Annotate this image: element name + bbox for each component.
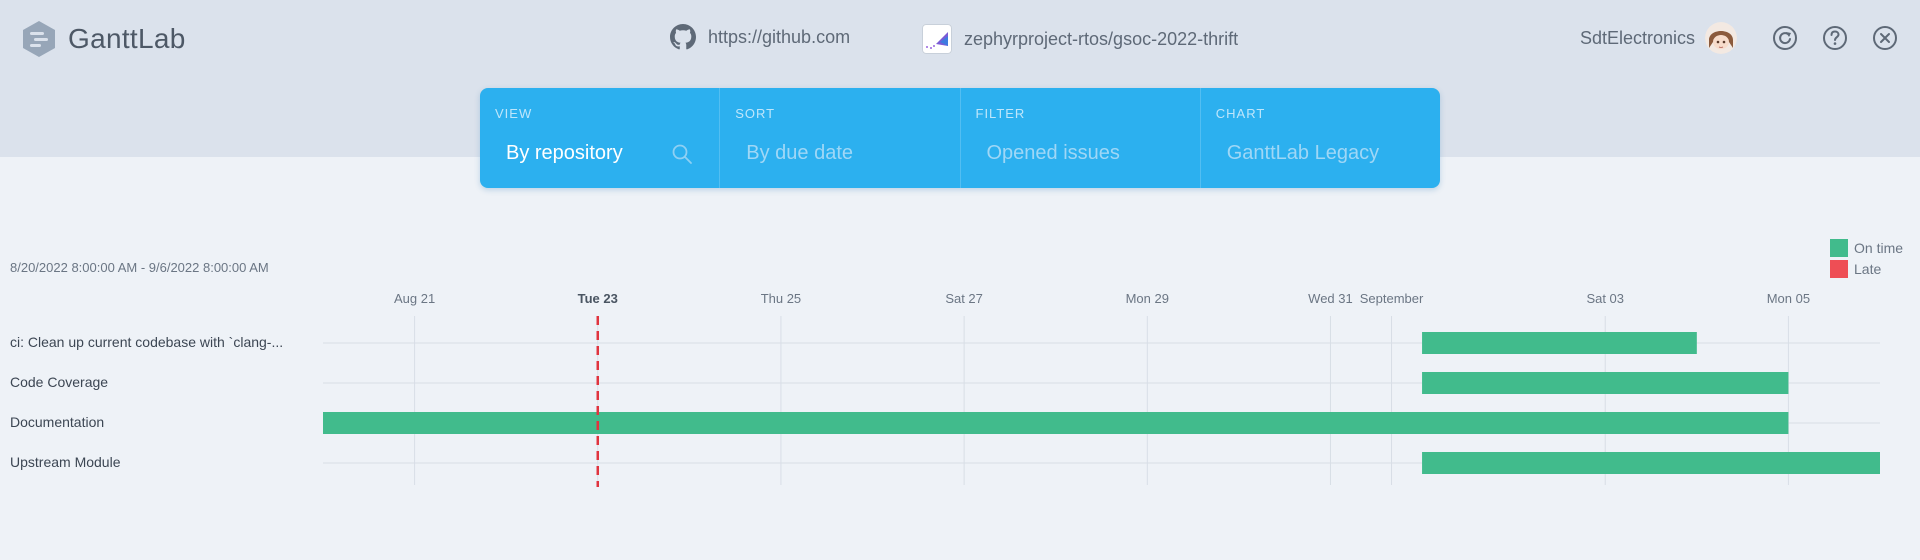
source-link[interactable]: https://github.com: [670, 24, 850, 50]
legend-label-on-time: On time: [1854, 240, 1904, 256]
legend-item-late: Late: [1830, 259, 1903, 279]
chart-value: GanttLab Legacy: [1226, 142, 1380, 164]
view-selector[interactable]: VIEW By repository: [480, 88, 721, 188]
user-menu[interactable]: SdtElectronics: [1580, 22, 1738, 54]
refresh-icon[interactable]: [1771, 24, 1799, 52]
help-icon[interactable]: [1821, 24, 1849, 52]
avatar: [1705, 22, 1738, 54]
filter-value: Opened issues: [986, 142, 1120, 164]
legend-swatch-on-time: [1830, 239, 1848, 257]
task-bar: [323, 412, 1789, 434]
task-bar: [1422, 452, 1880, 474]
chart-selector[interactable]: CHART GanttLab Legacy: [1201, 88, 1440, 188]
project-path: zephyrproject-rtos/gsoc-2022-thrift: [964, 28, 1239, 49]
tick-label: Mon 05: [1767, 291, 1810, 306]
sort-selector[interactable]: SORT By due date: [720, 88, 961, 188]
sort-label: SORT: [735, 106, 776, 121]
ganttlab-logo-icon: [23, 21, 55, 57]
tick-label: Tue 23: [578, 291, 618, 306]
legend-item-on-time: On time: [1830, 238, 1903, 258]
tick-label: Thu 25: [761, 291, 801, 306]
view-value: By repository: [506, 142, 623, 164]
legend-label-late: Late: [1854, 261, 1882, 277]
chart-label: CHART: [1215, 106, 1266, 121]
tick-label: Sat 03: [1586, 291, 1624, 306]
legend-swatch-late: [1830, 260, 1848, 278]
project-thumbnail-icon: [922, 24, 952, 54]
control-bar: VIEW By repository SORT By due date FILT…: [480, 88, 1440, 188]
sort-value: By due date: [746, 142, 853, 164]
date-range: 8/20/2022 8:00:00 AM - 9/6/2022 8:00:00 …: [10, 260, 269, 275]
source-url: https://github.com: [708, 26, 851, 47]
username: SdtElectronics: [1580, 27, 1696, 48]
brand[interactable]: GanttLab: [22, 20, 186, 58]
filter-selector[interactable]: FILTER Opened issues: [961, 88, 1201, 188]
search-icon[interactable]: [671, 143, 693, 165]
tick-label: September: [1360, 291, 1424, 306]
close-icon[interactable]: [1871, 24, 1899, 52]
legend: On time Late: [1830, 238, 1903, 280]
tick-label: Wed 31: [1308, 291, 1353, 306]
project-link[interactable]: zephyrproject-rtos/gsoc-2022-thrift: [922, 24, 1238, 54]
task-bar: [1422, 332, 1697, 354]
github-icon: [670, 24, 696, 50]
filter-label: FILTER: [975, 106, 1026, 121]
gantt-chart: Aug 21 Tue 23 Thu 25 Sat 27 Mon 29 Wed 31 Sept…: [323, 291, 1880, 487]
tick-label: Sat 27: [945, 291, 983, 306]
view-label: VIEW: [495, 106, 533, 121]
app-title: GanttLab: [68, 23, 186, 54]
tick-label: Aug 21: [394, 291, 435, 306]
task-bar: [1422, 372, 1789, 394]
tick-label: Mon 29: [1126, 291, 1169, 306]
